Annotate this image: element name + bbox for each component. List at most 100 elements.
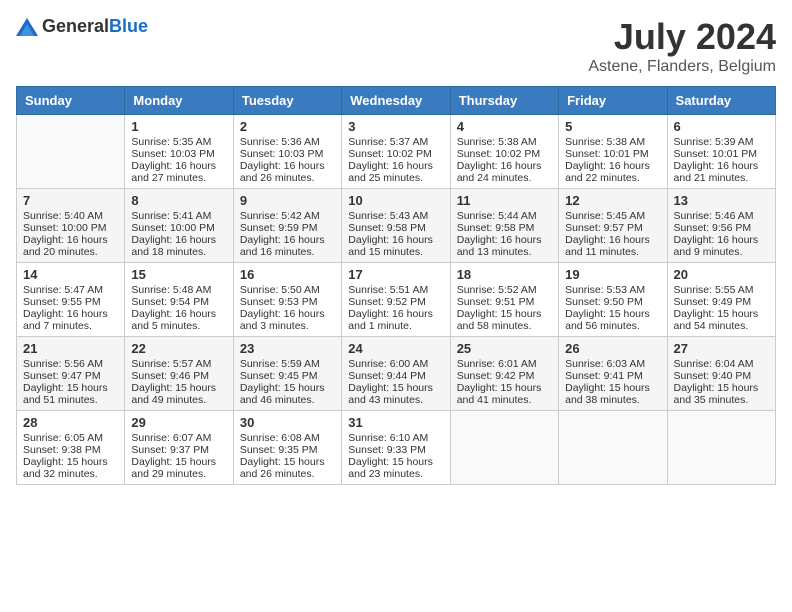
calendar-cell bbox=[17, 115, 125, 189]
sunrise-text: Sunrise: 6:00 AM bbox=[348, 358, 443, 370]
sunrise-text: Sunrise: 5:44 AM bbox=[457, 210, 552, 222]
calendar-cell: 20Sunrise: 5:55 AMSunset: 9:49 PMDayligh… bbox=[667, 263, 775, 337]
sunset-text: Sunset: 9:45 PM bbox=[240, 370, 335, 382]
calendar-cell: 23Sunrise: 5:59 AMSunset: 9:45 PMDayligh… bbox=[233, 337, 341, 411]
daylight-text: Daylight: 15 hours and 51 minutes. bbox=[23, 382, 118, 406]
calendar-cell: 21 Sunrise: 5:56 AMSunset: 9:47 PMDayligh… bbox=[17, 337, 125, 411]
daylight-text: Daylight: 16 hours and 7 minutes. bbox=[23, 308, 118, 332]
day-header-saturday: Saturday bbox=[667, 87, 775, 115]
calendar-cell: 10Sunrise: 5:43 AMSunset: 9:58 PMDayligh… bbox=[342, 189, 450, 263]
sunset-text: Sunset: 10:03 PM bbox=[131, 148, 226, 160]
daylight-text: Daylight: 16 hours and 21 minutes. bbox=[674, 160, 769, 184]
day-number: 25 bbox=[457, 341, 552, 356]
daylight-text: Daylight: 16 hours and 3 minutes. bbox=[240, 308, 335, 332]
calendar-cell: 18Sunrise: 5:52 AMSunset: 9:51 PMDayligh… bbox=[450, 263, 558, 337]
day-header-tuesday: Tuesday bbox=[233, 87, 341, 115]
calendar-cell bbox=[667, 411, 775, 485]
daylight-text: Daylight: 16 hours and 25 minutes. bbox=[348, 160, 443, 184]
day-number: 11 bbox=[457, 193, 552, 208]
sunset-text: Sunset: 9:56 PM bbox=[674, 222, 769, 234]
sunset-text: Sunset: 9:50 PM bbox=[565, 296, 660, 308]
calendar-cell: 30Sunrise: 6:08 AMSunset: 9:35 PMDayligh… bbox=[233, 411, 341, 485]
day-number: 2 bbox=[240, 119, 335, 134]
sunrise-text: Sunrise: 5:38 AM bbox=[565, 136, 660, 148]
sunset-text: Sunset: 9:54 PM bbox=[131, 296, 226, 308]
sunset-text: Sunset: 10:03 PM bbox=[240, 148, 335, 160]
calendar-cell: 14Sunrise: 5:47 AMSunset: 9:55 PMDayligh… bbox=[17, 263, 125, 337]
sunrise-text: Sunrise: 5:56 AM bbox=[23, 358, 118, 370]
daylight-text: Daylight: 16 hours and 11 minutes. bbox=[565, 234, 660, 258]
sunset-text: Sunset: 9:57 PM bbox=[565, 222, 660, 234]
sunset-text: Sunset: 9:42 PM bbox=[457, 370, 552, 382]
sunrise-text: Sunrise: 6:03 AM bbox=[565, 358, 660, 370]
sunset-text: Sunset: 9:59 PM bbox=[240, 222, 335, 234]
daylight-text: Daylight: 15 hours and 46 minutes. bbox=[240, 382, 335, 406]
daylight-text: Daylight: 15 hours and 35 minutes. bbox=[674, 382, 769, 406]
day-number: 8 bbox=[131, 193, 226, 208]
sunrise-text: Sunrise: 5:38 AM bbox=[457, 136, 552, 148]
calendar-cell: 11Sunrise: 5:44 AMSunset: 9:58 PMDayligh… bbox=[450, 189, 558, 263]
day-number: 21 bbox=[23, 341, 118, 356]
header: GeneralBlue July 2024 Astene, Flanders, … bbox=[16, 16, 776, 76]
sunrise-text: Sunrise: 5:57 AM bbox=[131, 358, 226, 370]
sunrise-text: Sunrise: 5:37 AM bbox=[348, 136, 443, 148]
day-header-thursday: Thursday bbox=[450, 87, 558, 115]
sunset-text: Sunset: 9:40 PM bbox=[674, 370, 769, 382]
sunset-text: Sunset: 9:55 PM bbox=[23, 296, 118, 308]
day-number: 7 bbox=[23, 193, 118, 208]
calendar-cell: 1Sunrise: 5:35 AMSunset: 10:03 PMDayligh… bbox=[125, 115, 233, 189]
day-number: 18 bbox=[457, 267, 552, 282]
daylight-text: Daylight: 15 hours and 49 minutes. bbox=[131, 382, 226, 406]
sunset-text: Sunset: 9:47 PM bbox=[23, 370, 118, 382]
day-number: 6 bbox=[674, 119, 769, 134]
day-header-sunday: Sunday bbox=[17, 87, 125, 115]
sunrise-text: Sunrise: 5:47 AM bbox=[23, 284, 118, 296]
sunrise-text: Sunrise: 6:04 AM bbox=[674, 358, 769, 370]
day-number: 19 bbox=[565, 267, 660, 282]
sunset-text: Sunset: 9:53 PM bbox=[240, 296, 335, 308]
sunset-text: Sunset: 9:41 PM bbox=[565, 370, 660, 382]
calendar-cell: 12Sunrise: 5:45 AMSunset: 9:57 PMDayligh… bbox=[559, 189, 667, 263]
day-number: 10 bbox=[348, 193, 443, 208]
day-number: 23 bbox=[240, 341, 335, 356]
sunset-text: Sunset: 9:49 PM bbox=[674, 296, 769, 308]
calendar-cell: 2 Sunrise: 5:36 AMSunset: 10:03 PMDayligh… bbox=[233, 115, 341, 189]
day-number: 31 bbox=[348, 415, 443, 430]
day-number: 13 bbox=[674, 193, 769, 208]
day-number: 16 bbox=[240, 267, 335, 282]
sunrise-text: Sunrise: 6:05 AM bbox=[23, 432, 118, 444]
day-header-friday: Friday bbox=[559, 87, 667, 115]
day-number: 15 bbox=[131, 267, 226, 282]
daylight-text: Daylight: 16 hours and 15 minutes. bbox=[348, 234, 443, 258]
logo-general: General bbox=[42, 16, 109, 36]
day-number: 26 bbox=[565, 341, 660, 356]
sunrise-text: Sunrise: 6:01 AM bbox=[457, 358, 552, 370]
sunrise-text: Sunrise: 5:39 AM bbox=[674, 136, 769, 148]
daylight-text: Daylight: 15 hours and 32 minutes. bbox=[23, 456, 118, 480]
sunrise-text: Sunrise: 5:42 AM bbox=[240, 210, 335, 222]
daylight-text: Daylight: 15 hours and 58 minutes. bbox=[457, 308, 552, 332]
sunset-text: Sunset: 9:51 PM bbox=[457, 296, 552, 308]
location: Astene, Flanders, Belgium bbox=[588, 58, 776, 76]
calendar-cell: 28Sunrise: 6:05 AMSunset: 9:38 PMDayligh… bbox=[17, 411, 125, 485]
sunset-text: Sunset: 10:01 PM bbox=[565, 148, 660, 160]
day-number: 4 bbox=[457, 119, 552, 134]
calendar-cell: 5Sunrise: 5:38 AMSunset: 10:01 PMDayligh… bbox=[559, 115, 667, 189]
week-row-5: 28Sunrise: 6:05 AMSunset: 9:38 PMDayligh… bbox=[17, 411, 776, 485]
daylight-text: Daylight: 15 hours and 43 minutes. bbox=[348, 382, 443, 406]
daylight-text: Daylight: 16 hours and 13 minutes. bbox=[457, 234, 552, 258]
daylight-text: Daylight: 16 hours and 26 minutes. bbox=[240, 160, 335, 184]
daylight-text: Daylight: 15 hours and 54 minutes. bbox=[674, 308, 769, 332]
sunrise-text: Sunrise: 5:36 AM bbox=[240, 136, 335, 148]
week-row-2: 7Sunrise: 5:40 AMSunset: 10:00 PMDayligh… bbox=[17, 189, 776, 263]
calendar-cell: 8Sunrise: 5:41 AMSunset: 10:00 PMDayligh… bbox=[125, 189, 233, 263]
daylight-text: Daylight: 16 hours and 24 minutes. bbox=[457, 160, 552, 184]
daylight-text: Daylight: 16 hours and 20 minutes. bbox=[23, 234, 118, 258]
sunset-text: Sunset: 10:00 PM bbox=[23, 222, 118, 234]
logo-icon bbox=[16, 18, 38, 36]
calendar-cell: 17Sunrise: 5:51 AMSunset: 9:52 PMDayligh… bbox=[342, 263, 450, 337]
calendar-cell bbox=[559, 411, 667, 485]
week-row-3: 14Sunrise: 5:47 AMSunset: 9:55 PMDayligh… bbox=[17, 263, 776, 337]
daylight-text: Daylight: 15 hours and 23 minutes. bbox=[348, 456, 443, 480]
sunrise-text: Sunrise: 5:35 AM bbox=[131, 136, 226, 148]
